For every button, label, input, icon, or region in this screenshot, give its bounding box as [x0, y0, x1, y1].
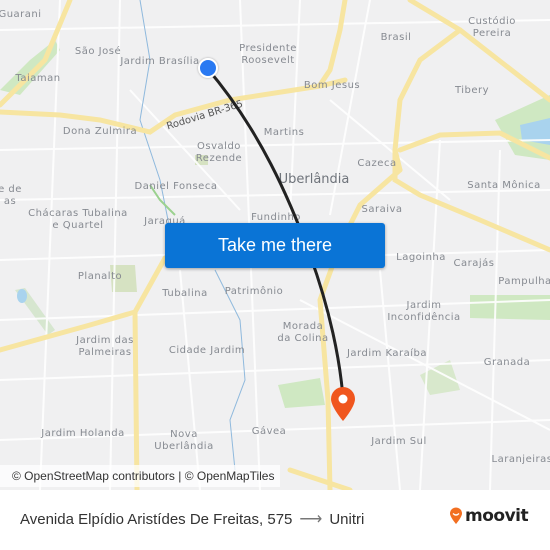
destination-pin-icon[interactable] [329, 386, 357, 422]
destination-name: Unitri [329, 510, 365, 528]
footer-bar: Avenida Elpídio Aristídes De Freitas, 57… [0, 490, 550, 550]
map[interactable]: Guarani São José Jardim Brasília Presidente… [0, 0, 550, 490]
origin-name: Avenida Elpídio Aristídes De Freitas, 57… [20, 510, 293, 528]
moovit-logo[interactable]: moovit [449, 506, 529, 526]
arrow-right-icon: ⟶ [299, 511, 323, 528]
moovit-pin-icon [450, 507, 462, 524]
take-me-there-button[interactable]: Take me there [165, 223, 385, 268]
moovit-wordmark: moovit [465, 506, 529, 526]
map-attribution[interactable]: © OpenStreetMap contributors | © OpenMap… [0, 465, 281, 487]
origin-marker[interactable] [198, 58, 218, 78]
route-title: Avenida Elpídio Aristídes De Freitas, 57… [20, 509, 364, 529]
